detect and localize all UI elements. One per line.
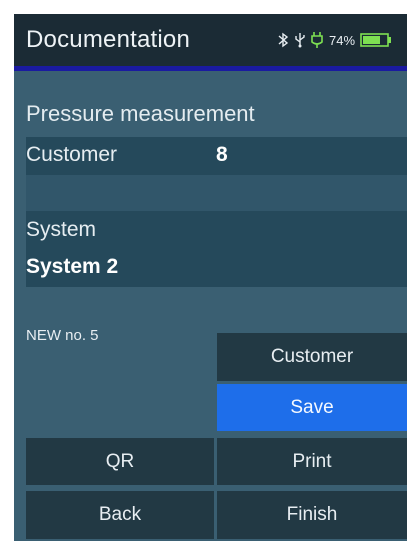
status-icons: 74% xyxy=(277,31,392,49)
section-title: Pressure measurement xyxy=(26,101,255,126)
customer-value: 8 xyxy=(216,143,228,166)
finish-button[interactable]: Finish xyxy=(217,491,407,539)
empty-row xyxy=(26,175,407,211)
system-value-row[interactable]: System 2 xyxy=(26,249,407,287)
plug-icon xyxy=(311,32,323,48)
battery-icon xyxy=(360,33,392,47)
usb-icon xyxy=(295,33,305,48)
customer-label: Customer xyxy=(26,143,118,166)
system-value: System 2 xyxy=(26,255,119,278)
qr-button[interactable]: QR xyxy=(26,438,214,485)
customer-row[interactable]: Customer 8 xyxy=(26,137,407,175)
system-row[interactable]: System xyxy=(26,211,407,249)
system-label: System xyxy=(26,218,97,241)
status-header: Documentation 74% xyxy=(14,14,407,66)
customer-button[interactable]: Customer xyxy=(217,333,407,381)
new-number: NEW no. 5 xyxy=(26,327,99,344)
main-panel: Pressure measurement Customer 8 System S… xyxy=(14,71,407,541)
bluetooth-icon xyxy=(278,32,289,48)
back-button[interactable]: Back xyxy=(26,491,214,539)
save-button[interactable]: Save xyxy=(217,384,407,431)
battery-percent: 74% xyxy=(329,32,356,48)
device-screen: Documentation 74% Pressure measurement C… xyxy=(14,14,407,541)
print-button[interactable]: Print xyxy=(217,438,407,485)
page-title: Documentation xyxy=(26,26,191,53)
